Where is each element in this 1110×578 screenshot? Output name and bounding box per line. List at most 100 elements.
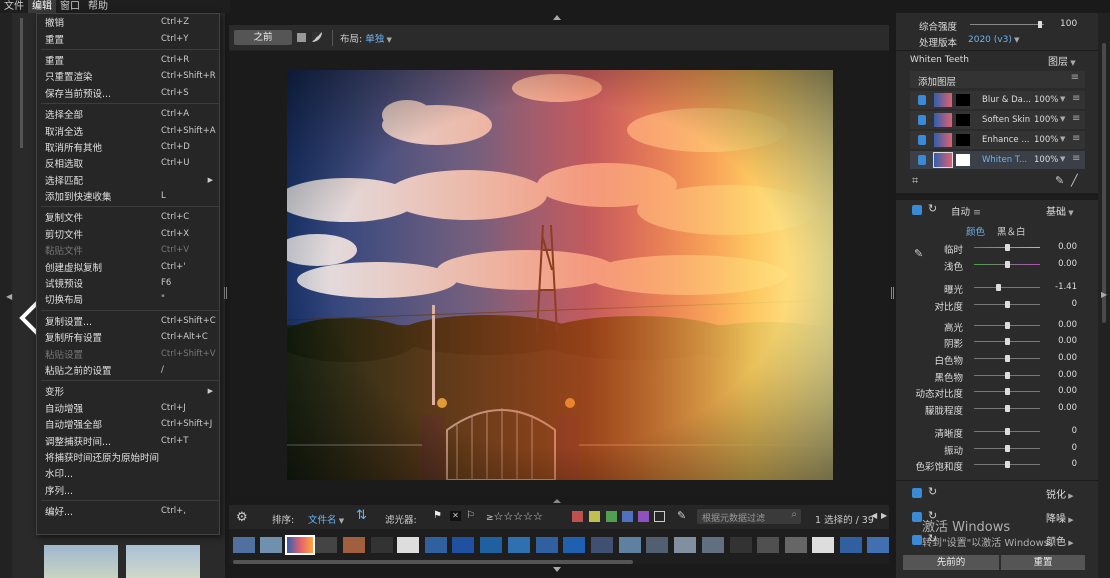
filmstrip-thumbnail[interactable] (757, 537, 779, 553)
toggle-color-icon[interactable] (912, 535, 922, 545)
sort-order-icon[interactable]: ⇅ (356, 508, 367, 523)
slider-handle[interactable] (1005, 388, 1010, 395)
toggle-basic-icon[interactable] (912, 205, 922, 215)
slider-value[interactable]: -1.41 (1047, 282, 1077, 292)
filmstrip-thumbnail[interactable] (343, 537, 365, 553)
collapse-top-icon[interactable] (553, 15, 561, 20)
slider-handle[interactable] (1005, 301, 1010, 308)
filmstrip-thumbnail[interactable] (812, 537, 834, 553)
layer-mask[interactable] (956, 154, 970, 166)
reset-basic-icon[interactable]: ↻ (928, 202, 937, 215)
layer-opacity-dropdown-icon[interactable]: ▼ (1060, 115, 1065, 123)
layer-menu-icon[interactable]: ≡ (1072, 153, 1080, 164)
slider-track[interactable] (974, 287, 1040, 288)
layout-value[interactable]: 单独 (365, 34, 384, 45)
toggle-sharpen-icon[interactable] (912, 488, 922, 498)
brush-icon[interactable]: ╱ (1071, 174, 1078, 187)
divider-handle[interactable] (553, 499, 561, 503)
menu-window[interactable]: 窗口 (56, 0, 84, 13)
menu-item[interactable]: 撤销 Ctrl+Z (37, 14, 219, 30)
rating-stars[interactable]: ☆☆☆☆☆ (494, 510, 543, 523)
layer-opacity[interactable]: 100% (1034, 155, 1058, 165)
layer-opacity[interactable]: 100% (1034, 115, 1058, 125)
filmstrip-thumbnail[interactable] (785, 537, 807, 553)
menu-item[interactable]: 重置 Ctrl+R (37, 52, 219, 68)
collapse-bottom-icon[interactable] (553, 567, 561, 572)
menu-item[interactable]: 切换布局 " (37, 291, 219, 307)
slider-handle[interactable] (1005, 405, 1010, 412)
flag-reject-icon[interactable]: ✕ (450, 511, 461, 521)
menu-item[interactable]: 剪切文件 Ctrl+X (37, 226, 219, 242)
slider-handle[interactable] (1005, 355, 1010, 362)
filmstrip-thumbnail[interactable] (260, 537, 282, 553)
slider-handle[interactable] (1005, 261, 1010, 268)
menu-item[interactable]: 编好... Ctrl+, (37, 503, 219, 519)
filmstrip-thumbnail[interactable] (702, 537, 724, 553)
layer-row[interactable]: Soften Skin 100% ▼ ≡ (910, 111, 1085, 129)
color-label-purple[interactable] (638, 511, 649, 522)
filmstrip-thumbnail[interactable] (674, 537, 696, 553)
reset-button[interactable]: 重置 (1001, 555, 1085, 570)
menu-item[interactable]: 自动增强 Ctrl+J (37, 400, 219, 416)
menu-item[interactable]: 取消所有其他 Ctrl+D (37, 139, 219, 155)
slider-value[interactable]: 0.00 (1047, 336, 1077, 346)
tab-color[interactable]: 颜色 (966, 224, 985, 238)
slider-handle[interactable] (1005, 372, 1010, 379)
sort-dropdown[interactable]: 文件名 ▼ (308, 512, 344, 526)
metadata-search-input[interactable]: 根据元数据过滤 ⌕ (697, 509, 801, 524)
layer-visibility-icon[interactable] (918, 135, 926, 145)
menu-item[interactable]: 添加到快速收集 L (37, 188, 219, 204)
layer-opacity-dropdown-icon[interactable]: ▼ (1060, 155, 1065, 163)
layer-opacity[interactable]: 100% (1034, 135, 1058, 145)
slider-value[interactable]: 0 (1047, 426, 1077, 436)
before-button[interactable]: 之前 (234, 30, 292, 45)
menu-item[interactable]: 创建虚拟复制 Ctrl+' (37, 258, 219, 274)
slider-value[interactable]: 0.00 (1047, 320, 1077, 330)
filmstrip-thumbnail[interactable] (315, 537, 337, 553)
menu-item[interactable]: 将捕获时间还原为原始时间 (37, 449, 219, 465)
rating-filter[interactable]: ≥☆☆☆☆☆ (486, 510, 543, 523)
left-resize-handle[interactable] (224, 287, 227, 299)
flag-pick-icon[interactable]: ⚑ (433, 510, 442, 521)
expand-right-icon[interactable]: ▶ (1101, 290, 1107, 299)
left-scrollbar[interactable] (20, 18, 23, 148)
filmstrip-thumbnail[interactable] (233, 537, 255, 553)
filmstrip-thumbnail[interactable] (591, 537, 613, 553)
filmstrip-thumbnail[interactable] (508, 537, 530, 553)
main-photo[interactable] (287, 70, 833, 480)
menu-file[interactable]: 文件 (0, 0, 28, 13)
layer-menu-icon[interactable]: ≡ (1072, 113, 1080, 124)
slider-value[interactable]: 0.00 (1047, 242, 1077, 252)
layer-visibility-icon[interactable] (918, 95, 926, 105)
filmstrip-thumbnail[interactable] (397, 537, 419, 553)
layer-visibility-icon[interactable] (918, 155, 926, 165)
toggle-noise-icon[interactable] (912, 512, 922, 522)
pen-icon[interactable]: ✎ (1055, 174, 1064, 187)
layers-header[interactable]: 图层 ▼ (1048, 53, 1076, 68)
menu-item[interactable]: 重置 Ctrl+Y (37, 30, 219, 46)
color-label-blue[interactable] (622, 511, 633, 522)
layer-menu-icon[interactable]: ≡ (1072, 93, 1080, 104)
filmstrip-thumbnail[interactable] (536, 537, 558, 553)
layer-opacity-dropdown-icon[interactable]: ▼ (1060, 135, 1065, 143)
sharpen-header[interactable]: 锐化 ▶ (1046, 486, 1074, 501)
slider-handle[interactable] (1005, 428, 1010, 435)
reset-sharpen-icon[interactable]: ↻ (928, 485, 937, 498)
menu-item[interactable]: 反相选取 Ctrl+U (37, 155, 219, 171)
color-label-yellow[interactable] (589, 511, 600, 522)
layer-opacity-dropdown-icon[interactable]: ▼ (1060, 95, 1065, 103)
next-image-icon[interactable]: ▶ (881, 511, 887, 520)
menu-item[interactable]: 选择全部 Ctrl+A (37, 106, 219, 122)
layout-control[interactable]: 布局: 单独 ▼ (340, 31, 392, 45)
menu-item[interactable]: 调整捕获时间... Ctrl+T (37, 432, 219, 448)
menu-item[interactable]: 变形 ▶ (37, 383, 219, 399)
crop-icon[interactable]: ⌗ (912, 174, 918, 188)
filmstrip-thumbnail[interactable] (452, 537, 474, 553)
layer-opacity[interactable]: 100% (1034, 95, 1058, 105)
filmstrip-thumbnail[interactable] (371, 537, 393, 553)
basic-header[interactable]: 基础 ▼ (1046, 203, 1074, 218)
menu-item[interactable]: 粘贴之前的设置 / (37, 362, 219, 378)
slider-handle[interactable] (1005, 445, 1010, 452)
tab-black-white[interactable]: 黑＆白 (997, 224, 1026, 238)
filmstrip-thumbnail[interactable] (730, 537, 752, 553)
